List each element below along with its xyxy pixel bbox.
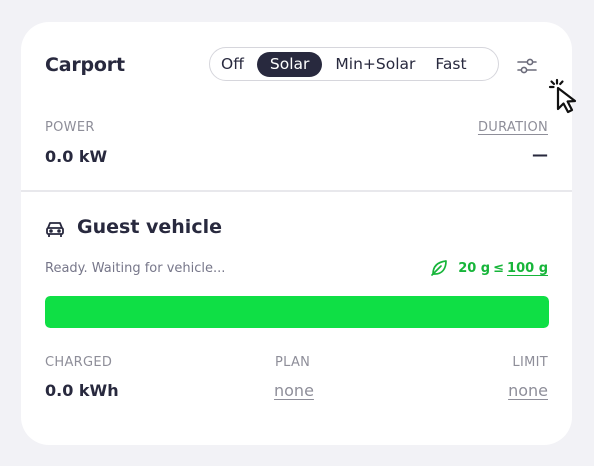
- charge-progress-fill: [45, 296, 549, 328]
- sliders-icon: [517, 58, 537, 74]
- charge-progress-bar: [45, 296, 549, 328]
- charged-value: 0.0 kWh: [45, 381, 119, 400]
- loadpoint-title: Carport: [45, 54, 125, 76]
- car-icon: [46, 222, 64, 237]
- click-pointer-icon: [548, 78, 577, 114]
- charged-label: CHARGED: [45, 355, 113, 370]
- mode-solar-button[interactable]: Solar: [256, 51, 323, 77]
- co2-value: 20 g: [458, 260, 491, 276]
- duration-value: —: [532, 145, 548, 164]
- vehicle-status: Ready. Waiting for vehicle...: [45, 261, 226, 276]
- plan-value-link[interactable]: none: [274, 381, 314, 400]
- duration-label[interactable]: DURATION: [478, 120, 548, 135]
- section-divider: [21, 190, 572, 192]
- mode-off-button[interactable]: Off: [214, 52, 251, 77]
- co2-limit-link[interactable]: 100 g: [507, 261, 548, 276]
- mode-selector: Off Solar Min+Solar Fast: [209, 47, 499, 81]
- co2-indicator: 20 g ≤ 100 g: [430, 259, 548, 277]
- limit-value-link[interactable]: none: [508, 381, 548, 400]
- power-value: 0.0 kW: [45, 147, 108, 166]
- limit-label: LIMIT: [512, 355, 548, 370]
- vehicle-name[interactable]: Guest vehicle: [77, 216, 222, 238]
- mode-fast-button[interactable]: Fast: [428, 52, 473, 77]
- co2-separator: ≤: [493, 260, 505, 276]
- plan-label: PLAN: [275, 355, 311, 370]
- power-label: POWER: [45, 120, 95, 135]
- mode-minsolar-button[interactable]: Min+Solar: [328, 52, 422, 77]
- loadpoint-card: Carport Off Solar Min+Solar Fast POWER 0…: [21, 22, 572, 445]
- settings-button[interactable]: [515, 54, 539, 78]
- leaf-icon: [431, 260, 448, 276]
